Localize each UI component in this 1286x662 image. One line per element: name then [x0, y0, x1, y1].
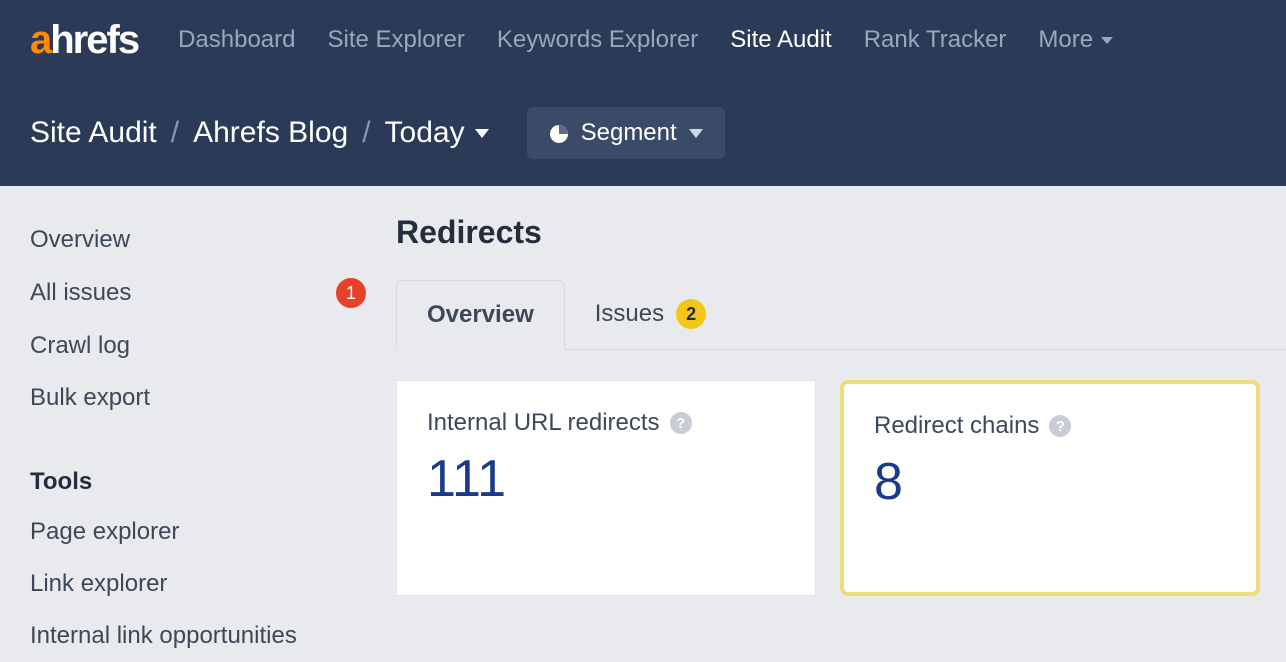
- tab-label: Issues: [595, 300, 664, 328]
- breadcrumb-sep: /: [362, 116, 370, 150]
- sidebar-item-link-explorer[interactable]: Link explorer: [30, 558, 366, 610]
- card-redirect-chains[interactable]: Redirect chains ? 8: [840, 380, 1260, 596]
- chevron-down-icon: [689, 129, 703, 138]
- card-title: Redirect chains: [874, 412, 1039, 440]
- card-internal-url-redirects[interactable]: Internal URL redirects ? 111: [396, 380, 816, 596]
- sidebar-item-crawl-log[interactable]: Crawl log: [30, 320, 366, 372]
- tab-issues[interactable]: Issues 2: [565, 279, 736, 349]
- top-nav: ahrefs Dashboard Site Explorer Keywords …: [0, 0, 1286, 80]
- tabs: Overview Issues 2: [396, 279, 1286, 350]
- sidebar-item-label: Internal link opportunities: [30, 622, 297, 650]
- sidebar-item-internal-link-opportunities[interactable]: Internal link opportunities: [30, 610, 366, 662]
- sidebar-item-label: Overview: [30, 226, 130, 254]
- breadcrumb-sep: /: [171, 116, 179, 150]
- sidebar-item-label: Link explorer: [30, 570, 167, 598]
- nav-label: Site Audit: [730, 26, 831, 54]
- breadcrumb-bar: Site Audit / Ahrefs Blog / Today Segment: [0, 80, 1286, 186]
- nav-label: More: [1038, 26, 1093, 54]
- segment-button[interactable]: Segment: [527, 107, 725, 159]
- nav-rank-tracker[interactable]: Rank Tracker: [864, 26, 1007, 54]
- sidebar-item-label: All issues: [30, 279, 131, 307]
- nav-site-audit[interactable]: Site Audit: [730, 26, 831, 54]
- sidebar-tools-heading: Tools: [30, 450, 366, 506]
- cards-row: Internal URL redirects ? 111 Redirect ch…: [396, 380, 1286, 596]
- sidebar-item-bulk-export[interactable]: Bulk export: [30, 372, 366, 424]
- nav-label: Rank Tracker: [864, 26, 1007, 54]
- logo-rest: hrefs: [50, 18, 138, 63]
- nav-label: Keywords Explorer: [497, 26, 698, 54]
- tab-overview[interactable]: Overview: [396, 280, 565, 350]
- logo[interactable]: ahrefs: [30, 18, 138, 63]
- tab-label: Overview: [427, 301, 534, 329]
- breadcrumb-label: Today: [385, 116, 465, 150]
- logo-a: a: [30, 18, 50, 63]
- chevron-down-icon: [475, 129, 489, 138]
- page-title: Redirects: [396, 214, 1286, 251]
- help-icon[interactable]: ?: [670, 412, 692, 434]
- card-title-row: Internal URL redirects ?: [427, 409, 785, 437]
- nav-label: Dashboard: [178, 26, 295, 54]
- nav-site-explorer[interactable]: Site Explorer: [327, 26, 464, 54]
- breadcrumb-date[interactable]: Today: [385, 116, 489, 150]
- breadcrumb-project[interactable]: Ahrefs Blog: [193, 116, 348, 150]
- sidebar-main-section: Overview All issues 1 Crawl log Bulk exp…: [30, 214, 366, 424]
- pie-chart-icon: [549, 123, 569, 143]
- tab-issues-badge: 2: [676, 299, 706, 329]
- sidebar-item-label: Page explorer: [30, 518, 179, 546]
- breadcrumb: Site Audit / Ahrefs Blog / Today: [30, 116, 489, 150]
- segment-label: Segment: [581, 119, 677, 147]
- help-icon[interactable]: ?: [1049, 415, 1071, 437]
- sidebar-item-page-explorer[interactable]: Page explorer: [30, 506, 366, 558]
- nav-label: Site Explorer: [327, 26, 464, 54]
- breadcrumb-label: Site Audit: [30, 116, 157, 150]
- sidebar: Overview All issues 1 Crawl log Bulk exp…: [0, 186, 396, 652]
- card-value: 8: [874, 452, 1226, 512]
- card-value: 111: [427, 449, 785, 509]
- sidebar-item-overview[interactable]: Overview: [30, 214, 366, 266]
- card-title: Internal URL redirects: [427, 409, 660, 437]
- nav-items: Dashboard Site Explorer Keywords Explore…: [178, 26, 1113, 54]
- nav-keywords-explorer[interactable]: Keywords Explorer: [497, 26, 698, 54]
- card-title-row: Redirect chains ?: [874, 412, 1226, 440]
- sidebar-item-all-issues[interactable]: All issues 1: [30, 266, 366, 320]
- issues-count-badge: 1: [336, 278, 366, 308]
- main: Redirects Overview Issues 2 Internal URL…: [396, 186, 1286, 652]
- content: Overview All issues 1 Crawl log Bulk exp…: [0, 186, 1286, 652]
- sidebar-item-label: Crawl log: [30, 332, 130, 360]
- nav-dashboard[interactable]: Dashboard: [178, 26, 295, 54]
- nav-more[interactable]: More: [1038, 26, 1113, 54]
- chevron-down-icon: [1101, 37, 1113, 44]
- breadcrumb-site-audit[interactable]: Site Audit: [30, 116, 157, 150]
- breadcrumb-label: Ahrefs Blog: [193, 116, 348, 150]
- sidebar-item-label: Bulk export: [30, 384, 150, 412]
